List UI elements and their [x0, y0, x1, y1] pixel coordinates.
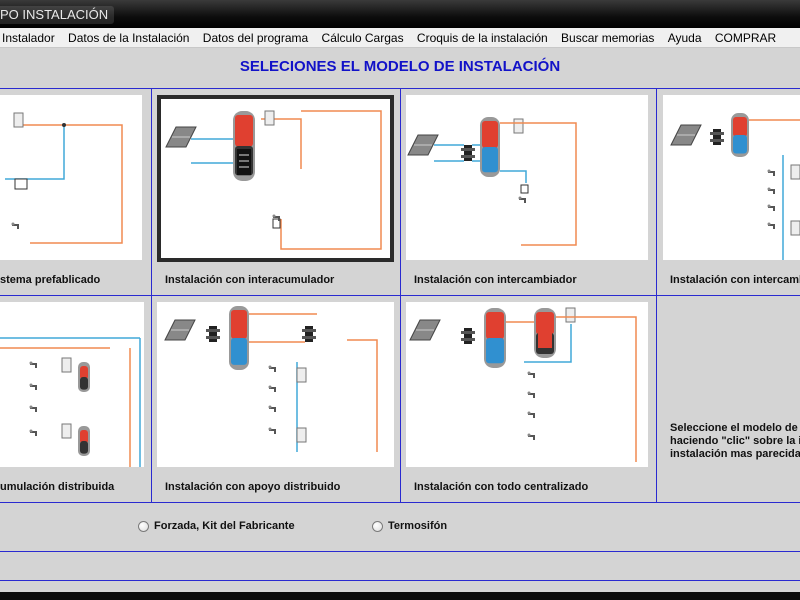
boiler-icon: [296, 367, 307, 383]
boiler-icon: [565, 307, 576, 323]
tap-icon: [29, 429, 37, 436]
tap-icon: [268, 405, 276, 412]
menu-datos-programa[interactable]: Datos del programa: [198, 28, 313, 47]
model-caption[interactable]: Instalación con todo centralizado: [414, 481, 588, 493]
tank-icon: [78, 426, 90, 456]
boiler-icon: [264, 110, 275, 126]
tank-icon: [78, 362, 90, 392]
menu-buscar-memorias[interactable]: Buscar memorias: [556, 28, 659, 47]
tap-icon: [767, 222, 775, 229]
tap-icon: [29, 383, 37, 390]
boiler-icon: [513, 118, 524, 134]
tap-icon: [29, 405, 37, 412]
tap-icon: [268, 365, 276, 372]
divider: [400, 88, 401, 502]
title-bar: PO INSTALACIÓN: [0, 0, 800, 28]
heat-exchanger-icon: [461, 328, 475, 344]
instructions-line: Seleccione el modelo de in: [670, 422, 800, 434]
window-title: PO INSTALACIÓN: [0, 6, 115, 24]
instructions-line: haciendo "clic" sobre la in: [670, 435, 800, 447]
boiler-icon: [61, 357, 72, 373]
window-bottom-edge: [0, 592, 800, 600]
divider: [151, 88, 152, 502]
tap-icon: [527, 433, 535, 440]
radio-termosifon[interactable]: Termosifón: [372, 520, 447, 532]
tank-icon: [480, 117, 500, 177]
tank-icon: [484, 308, 506, 368]
heat-exchanger-icon: [461, 145, 475, 161]
tap-icon: [767, 204, 775, 211]
model-thumbnail-acumulacion-distribuida[interactable]: [0, 302, 144, 467]
model-caption[interactable]: umulación distribuida: [0, 481, 114, 493]
tap-icon: [767, 169, 775, 176]
model-caption[interactable]: Instalación con interacumulador: [165, 274, 334, 286]
tap-icon: [767, 187, 775, 194]
radio-circle[interactable]: [138, 520, 149, 532]
tap-icon: [527, 391, 535, 398]
model-caption[interactable]: Instalación con intercambiador: [414, 274, 577, 286]
divider: [0, 580, 800, 581]
model-caption[interactable]: stema prefablicado: [0, 274, 100, 286]
solar-collector-icon: [164, 319, 196, 341]
menu-croquis[interactable]: Croquis de la instalación: [412, 28, 553, 47]
model-thumbnail-intercambiador-distribuido[interactable]: [663, 95, 800, 260]
tap-icon: [527, 371, 535, 378]
divider: [0, 502, 800, 503]
solar-collector-icon: [407, 134, 439, 156]
tap-icon: [268, 427, 276, 434]
radio-circle[interactable]: [372, 520, 383, 532]
menu-ayuda[interactable]: Ayuda: [663, 28, 707, 47]
instructions-line: instalación mas parecida: [670, 448, 800, 460]
model-thumbnail-todo-centralizado[interactable]: [406, 302, 648, 467]
boiler-icon: [296, 427, 307, 443]
radio-label: Termosifón: [388, 520, 448, 532]
model-thumbnail-prefabricado[interactable]: [0, 95, 142, 260]
instructions-text: Seleccione el modelo de in haciendo "cli…: [670, 422, 800, 461]
tap-icon: [11, 222, 19, 229]
menu-comprar[interactable]: COMPRAR: [710, 28, 781, 47]
tap-icon: [518, 196, 526, 203]
solar-collector-icon: [409, 319, 441, 341]
divider: [0, 551, 800, 552]
model-thumbnail-intercambiador[interactable]: [406, 95, 648, 260]
radio-forzada[interactable]: Forzada, Kit del Fabricante: [138, 520, 295, 532]
model-thumbnail-interacumulador[interactable]: [157, 95, 394, 262]
tank-icon: [229, 306, 249, 370]
divider: [656, 88, 657, 502]
model-thumbnail-apoyo-distribuido[interactable]: [157, 302, 394, 467]
tap-icon: [527, 411, 535, 418]
menu-instalador[interactable]: Instalador: [0, 28, 60, 47]
boiler-icon: [13, 112, 24, 128]
model-caption[interactable]: Instalación con intercamb: [670, 274, 800, 286]
model-caption[interactable]: Instalación con apoyo distribuido: [165, 481, 340, 493]
menu-calculo-cargas[interactable]: Cálculo Cargas: [317, 28, 409, 47]
main-panel: SELECIONES EL MODELO DE INSTALACIÓN stem…: [0, 48, 800, 592]
radio-label: Forzada, Kit del Fabricante: [154, 520, 295, 532]
menu-bar: Instalador Datos de la Instalación Datos…: [0, 28, 800, 48]
heat-exchanger-icon: [710, 129, 724, 145]
menu-datos-instalacion[interactable]: Datos de la Instalación: [63, 28, 194, 47]
heat-exchanger-icon: [206, 326, 220, 342]
tank-icon: [731, 113, 749, 157]
boiler-icon: [61, 423, 72, 439]
heat-exchanger-icon: [302, 326, 316, 342]
tap-icon: [268, 385, 276, 392]
solar-collector-icon: [165, 126, 197, 148]
page-title: SELECIONES EL MODELO DE INSTALACIÓN: [239, 58, 561, 75]
solar-collector-icon: [670, 124, 702, 146]
tap-icon: [29, 361, 37, 368]
